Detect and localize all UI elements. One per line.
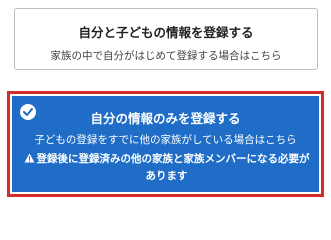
option-title: 自分と子どもの情報を登録する <box>78 25 254 40</box>
option-register-self-only[interactable]: 自分の情報のみを登録する 子どもの登録をすでに他の家族がしている場合はこちら 登… <box>12 96 319 192</box>
option-register-self-only-highlight: 自分の情報のみを登録する 子どもの登録をすでに他の家族がしている場合はこちら 登… <box>7 91 324 197</box>
option-warning-text: 登録後に登録済みの他の家族と家族メンバーになる必要があります <box>36 153 310 182</box>
option-title: 自分の情報のみを登録する <box>90 111 241 126</box>
option-register-self-and-child[interactable]: 自分と子どもの情報を登録する 家族の中で自分がはじめて登録する場合はこちら <box>14 8 318 70</box>
option-description: 子どもの登録をすでに他の家族がしている場合はこちら <box>34 134 297 146</box>
option-description: 家族の中で自分がはじめて登録する場合はこちら <box>50 50 282 62</box>
option-warning: 登録後に登録済みの他の家族と家族メンバーになる必要があります <box>20 151 313 185</box>
warning-triangle-icon <box>24 153 34 163</box>
